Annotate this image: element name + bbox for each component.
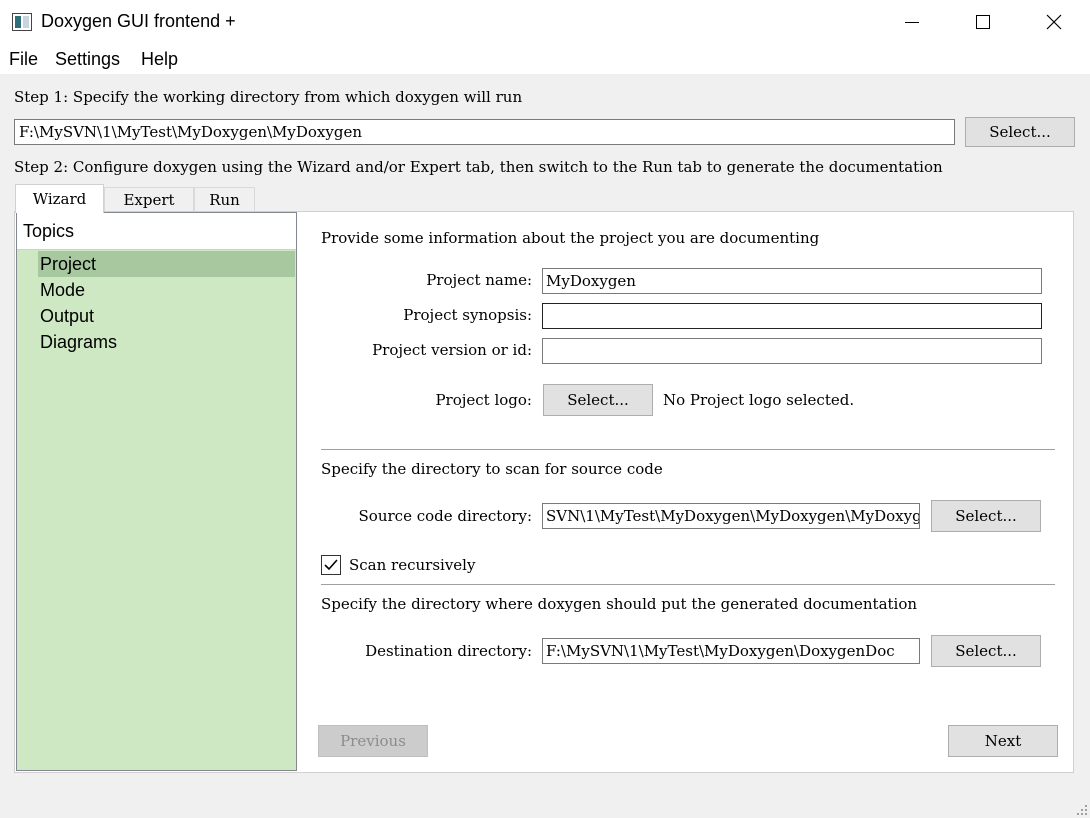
source-dir-label: Source code directory: xyxy=(358,507,532,525)
project-logo-select-button[interactable]: Select... xyxy=(543,384,653,416)
source-section-title: Specify the directory to scan for source… xyxy=(321,460,663,478)
topic-diagrams[interactable]: Diagrams xyxy=(38,329,295,355)
destination-dir-input[interactable]: F:\MySVN\1\MyTest\MyDoxygen\DoxygenDoc xyxy=(542,638,920,664)
project-synopsis-input[interactable] xyxy=(542,303,1042,329)
scan-recursively-checkbox[interactable] xyxy=(321,555,341,575)
separator xyxy=(321,449,1055,450)
topics-tree[interactable]: Topics Project Mode Output Diagrams xyxy=(16,212,297,771)
step1-label: Step 1: Specify the working directory fr… xyxy=(14,88,523,106)
scan-recursively-label[interactable]: Scan recursively xyxy=(349,556,475,574)
next-button[interactable]: Next xyxy=(948,725,1058,757)
project-version-label: Project version or id: xyxy=(372,341,532,359)
working-directory-input[interactable]: F:\MySVN\1\MyTest\MyDoxygen\MyDoxygen xyxy=(14,119,955,145)
working-directory-select-button[interactable]: Select... xyxy=(965,117,1075,147)
minimize-button[interactable] xyxy=(877,0,947,44)
topic-output[interactable]: Output xyxy=(38,303,295,329)
checkmark-icon xyxy=(324,559,338,571)
project-section-title: Provide some information about the proje… xyxy=(321,229,820,247)
project-version-input[interactable] xyxy=(542,338,1042,364)
destination-dir-label: Destination directory: xyxy=(365,642,532,660)
separator xyxy=(321,584,1055,585)
tab-wizard[interactable]: Wizard xyxy=(15,184,104,213)
close-button[interactable] xyxy=(1019,0,1089,44)
minimize-icon xyxy=(905,21,919,23)
tab-run[interactable]: Run xyxy=(194,187,255,212)
menu-bar: File Settings Help xyxy=(0,44,1090,74)
step2-label: Step 2: Configure doxygen using the Wiza… xyxy=(14,158,943,176)
project-logo-status: No Project logo selected. xyxy=(663,391,855,409)
previous-button[interactable]: Previous xyxy=(318,725,428,757)
destination-section-title: Specify the directory where doxygen shou… xyxy=(321,595,918,613)
close-icon xyxy=(1046,14,1062,30)
tab-expert[interactable]: Expert xyxy=(104,187,194,212)
source-dir-select-button[interactable]: Select... xyxy=(931,500,1041,532)
doxygen-app-icon xyxy=(12,13,32,31)
maximize-icon xyxy=(976,15,990,29)
project-name-input[interactable]: MyDoxygen xyxy=(542,268,1042,294)
project-name-label: Project name: xyxy=(426,271,532,289)
title-bar: Doxygen GUI frontend + xyxy=(0,0,1090,44)
menu-settings[interactable]: Settings xyxy=(55,49,120,70)
source-dir-input[interactable]: SVN\1\MyTest\MyDoxygen\MyDoxygen\MyDoxyg… xyxy=(542,503,920,529)
project-logo-label: Project logo: xyxy=(435,391,532,409)
resize-grip-icon[interactable] xyxy=(1074,802,1088,816)
topics-header-label: Topics xyxy=(23,221,75,241)
topic-mode[interactable]: Mode xyxy=(38,277,295,303)
maximize-button[interactable] xyxy=(948,0,1018,44)
destination-dir-select-button[interactable]: Select... xyxy=(931,635,1041,667)
menu-help[interactable]: Help xyxy=(141,49,178,70)
topic-project[interactable]: Project xyxy=(38,251,295,277)
project-synopsis-label: Project synopsis: xyxy=(403,306,532,324)
window-title: Doxygen GUI frontend + xyxy=(41,11,236,31)
menu-file[interactable]: File xyxy=(9,49,38,70)
topics-header: Topics xyxy=(17,213,296,250)
